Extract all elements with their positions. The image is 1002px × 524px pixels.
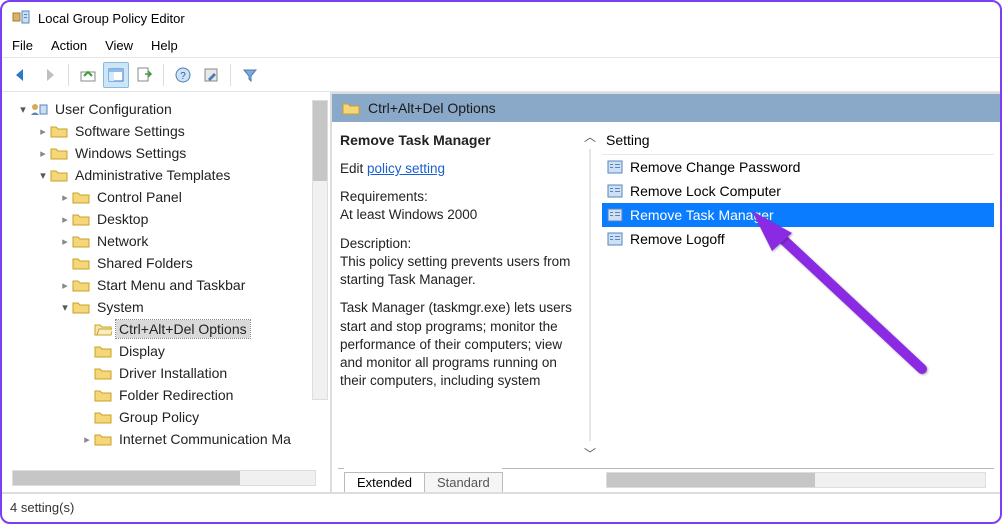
- filter-button[interactable]: [237, 62, 263, 88]
- folder-icon: [50, 168, 68, 182]
- window-title: Local Group Policy Editor: [38, 11, 185, 26]
- folder-icon: [94, 344, 112, 358]
- user-config-icon: [30, 102, 48, 116]
- menu-help[interactable]: Help: [151, 38, 178, 53]
- requirements-label: Requirements:: [340, 189, 428, 204]
- menu-action[interactable]: Action: [51, 38, 87, 53]
- tree-node-software-settings[interactable]: Software Settings: [6, 120, 330, 142]
- back-button[interactable]: [8, 62, 34, 88]
- help-button[interactable]: ?: [170, 62, 196, 88]
- folder-icon: [72, 256, 90, 270]
- policy-setting-icon: [606, 159, 624, 175]
- folder-open-icon: [94, 322, 112, 336]
- title-bar: Local Group Policy Editor: [2, 2, 1000, 34]
- tree-node-admin-templates[interactable]: Administrative Templates: [6, 164, 330, 186]
- tree-node-folder-redirection[interactable]: Folder Redirection: [6, 384, 330, 406]
- properties-button[interactable]: [198, 62, 224, 88]
- folder-icon: [50, 124, 68, 138]
- tab-standard[interactable]: Standard: [424, 472, 503, 492]
- tree-pane: User Configuration Software Settings Win…: [2, 92, 332, 492]
- policy-title: Remove Task Manager: [340, 132, 576, 148]
- chevron-up-icon: ︿: [584, 128, 596, 145]
- tab-extended[interactable]: Extended: [344, 472, 425, 492]
- tree-node-display[interactable]: Display: [6, 340, 330, 362]
- tree-node-control-panel[interactable]: Control Panel: [6, 186, 330, 208]
- tree-node-network[interactable]: Network: [6, 230, 330, 252]
- folder-icon: [72, 300, 90, 314]
- detail-pane: Remove Task Manager Edit policy setting …: [332, 122, 584, 468]
- menu-file[interactable]: File: [12, 38, 33, 53]
- folder-icon: [94, 366, 112, 380]
- requirements-value: At least Windows 2000: [340, 207, 477, 222]
- tree-vertical-scrollbar[interactable]: [312, 100, 328, 400]
- chevron-down-icon: ﹀: [584, 445, 596, 462]
- edit-policy-link[interactable]: policy setting: [367, 161, 445, 176]
- description-text-1: This policy setting prevents users from …: [340, 254, 570, 287]
- tree-node-group-policy[interactable]: Group Policy: [6, 406, 330, 428]
- tree-node-driver-installation[interactable]: Driver Installation: [6, 362, 330, 384]
- svg-text:?: ?: [180, 71, 186, 82]
- breadcrumb-text: Ctrl+Alt+Del Options: [368, 100, 496, 116]
- tree-node-internet-comm[interactable]: Internet Communication Ma: [6, 428, 330, 450]
- folder-icon: [72, 278, 90, 292]
- policy-setting-icon: [606, 207, 624, 223]
- status-bar: 4 setting(s): [2, 494, 1000, 520]
- tree-node-user-configuration[interactable]: User Configuration: [6, 98, 330, 120]
- menu-view[interactable]: View: [105, 38, 133, 53]
- tree-node-system[interactable]: System: [6, 296, 330, 318]
- toolbar: ?: [2, 58, 1000, 92]
- folder-icon: [72, 190, 90, 204]
- list-item-label: Remove Change Password: [630, 159, 800, 175]
- folder-icon: [72, 212, 90, 226]
- description-label: Description:: [340, 236, 411, 251]
- show-hide-tree-button[interactable]: [103, 62, 129, 88]
- folder-icon: [72, 234, 90, 248]
- policy-setting-icon: [606, 231, 624, 247]
- policy-setting-icon: [606, 183, 624, 199]
- tree-node-shared-folders[interactable]: Shared Folders: [6, 252, 330, 274]
- folder-icon: [342, 101, 360, 115]
- menu-bar: File Action View Help: [2, 34, 1000, 58]
- tree-horizontal-scrollbar[interactable]: [12, 470, 316, 486]
- list-item[interactable]: Remove Change Password: [602, 155, 994, 179]
- description-text-2: Task Manager (taskmgr.exe) lets users st…: [340, 299, 576, 390]
- forward-button[interactable]: [36, 62, 62, 88]
- tree-node-windows-settings[interactable]: Windows Settings: [6, 142, 330, 164]
- folder-icon: [50, 146, 68, 160]
- list-item-label: Remove Lock Computer: [630, 183, 781, 199]
- export-list-button[interactable]: [131, 62, 157, 88]
- pane-splitter[interactable]: ︿ ﹀: [584, 122, 596, 468]
- up-level-button[interactable]: [75, 62, 101, 88]
- folder-icon: [94, 432, 112, 446]
- tree-node-start-menu[interactable]: Start Menu and Taskbar: [6, 274, 330, 296]
- folder-icon: [94, 388, 112, 402]
- folder-icon: [94, 410, 112, 424]
- tree-node-cad-options[interactable]: Ctrl+Alt+Del Options: [6, 318, 330, 340]
- annotation-arrow-icon: [732, 199, 932, 379]
- gpedit-icon: [12, 9, 30, 27]
- breadcrumb: Ctrl+Alt+Del Options: [332, 94, 1000, 122]
- right-pane: Ctrl+Alt+Del Options Remove Task Manager…: [332, 92, 1000, 492]
- tree-node-desktop[interactable]: Desktop: [6, 208, 330, 230]
- column-header-setting[interactable]: Setting: [602, 130, 994, 155]
- list-horizontal-scrollbar[interactable]: [606, 472, 986, 488]
- status-text: 4 setting(s): [10, 500, 74, 515]
- list-item-label: Remove Logoff: [630, 231, 725, 247]
